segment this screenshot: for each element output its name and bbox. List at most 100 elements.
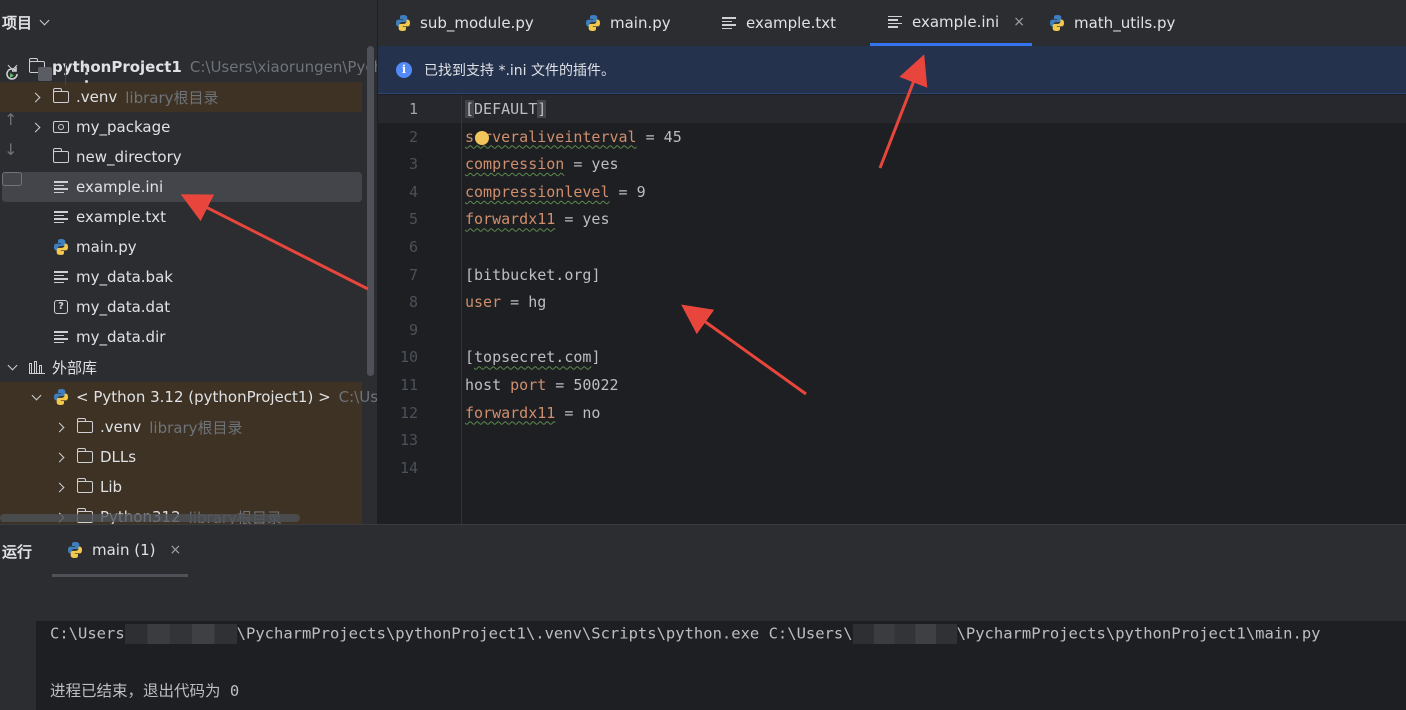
tab-sub-module-py[interactable]: sub_module.py: [394, 0, 534, 46]
line-number: 2: [408, 127, 418, 146]
tree-item[interactable]: DLLs: [0, 442, 362, 472]
line-number: 4: [408, 182, 418, 201]
text-file-icon: [52, 208, 70, 226]
console-exit-line: 进程已结束，退出代码为 0: [50, 682, 240, 700]
code-line[interactable]: host port = 50022: [465, 371, 619, 399]
chevron-right-icon[interactable]: [54, 420, 68, 434]
arrow-down-icon[interactable]: ↓: [4, 140, 17, 159]
soft-wrap-icon[interactable]: [2, 172, 22, 186]
tab-label: sub_module.py: [420, 14, 534, 32]
folder-icon: [76, 418, 94, 436]
tree-item-label: .venv: [76, 88, 118, 106]
tree-item[interactable]: pythonProject1 C:\Users\xiaorungen\Pychar…: [0, 52, 377, 82]
tree-item[interactable]: my_data.dir: [0, 322, 362, 352]
line-number: 9: [408, 320, 418, 339]
tree-item-label: pythonProject1: [52, 58, 182, 76]
code-line[interactable]: forwardx11 = no: [465, 399, 600, 427]
chevron-down-icon[interactable]: [38, 15, 52, 29]
plugin-notification-banner[interactable]: i 已找到支持 *.ini 文件的插件。: [378, 46, 1406, 94]
lightbulb-icon[interactable]: [475, 131, 489, 145]
code-line[interactable]: forwardx11 = yes: [465, 205, 610, 233]
line-number: 1: [408, 100, 418, 118]
tree-item-label: Lib: [100, 478, 123, 496]
line-number: 3: [408, 155, 418, 174]
arrow-up-icon[interactable]: ↑: [4, 110, 17, 129]
tree-item[interactable]: 外部库: [0, 352, 362, 382]
line-number: 7: [408, 265, 418, 284]
close-tab-icon[interactable]: ×: [1013, 14, 1025, 30]
run-toolbar: [0, 577, 1406, 621]
code-line[interactable]: serveraliveinterval = 45: [465, 123, 682, 151]
text-file-icon: [886, 13, 904, 31]
tree-item[interactable]: Lib: [0, 472, 362, 502]
tree-item[interactable]: my_package: [0, 112, 362, 142]
python-icon: [66, 541, 84, 559]
python-icon: [1048, 14, 1066, 32]
tree-item-hint: library根目录: [125, 88, 219, 107]
stop-icon[interactable]: [38, 67, 52, 81]
line-number: 8: [408, 293, 418, 312]
close-tab-icon[interactable]: ×: [170, 542, 182, 558]
tree-item-label: .venv: [100, 418, 142, 436]
tab-math-utils-py[interactable]: math_utils.py: [1048, 0, 1175, 46]
python-icon: [394, 14, 412, 32]
project-scrollbar[interactable]: [367, 46, 374, 376]
tree-item[interactable]: my_data.bak: [0, 262, 362, 292]
tree-item-label: my_data.dat: [76, 298, 171, 316]
line-number: 12: [399, 403, 418, 422]
tree-item[interactable]: .venv library根目录: [0, 412, 362, 442]
tree-item[interactable]: new_directory: [0, 142, 362, 172]
project-horizontal-scrollbar[interactable]: [0, 514, 300, 522]
code-editor[interactable]: 1 2 3 4 5 6 7 8 9 10 11 12 13 14 [DEFAULT] serveralive…: [378, 95, 1406, 524]
code-line[interactable]: user = hg: [465, 288, 546, 316]
notification-text: 已找到支持 *.ini 文件的插件。: [424, 62, 616, 79]
code-line[interactable]: [DEFAULT]: [465, 95, 547, 123]
chevron-right-icon[interactable]: [30, 90, 44, 104]
rerun-icon[interactable]: [3, 65, 21, 83]
chevron-right-icon[interactable]: [30, 120, 44, 134]
tree-item[interactable]: ? my_data.dat: [0, 292, 362, 322]
tree-item[interactable]: < Python 3.12 (pythonProject1) > C:\User: [0, 382, 377, 412]
tab-main-py[interactable]: main.py: [584, 0, 671, 46]
python-icon: [52, 388, 70, 406]
tab-example-ini[interactable]: example.ini ×: [870, 0, 1032, 46]
tree-item[interactable]: main.py: [0, 232, 362, 262]
tab-example-txt[interactable]: example.txt: [720, 0, 836, 46]
info-icon: i: [396, 61, 412, 78]
tree-item[interactable]: example.ini: [2, 172, 362, 202]
code-line[interactable]: [bitbucket.org]: [465, 261, 600, 289]
console-text: C:\Users: [50, 624, 125, 643]
chevron-right-icon[interactable]: [54, 450, 68, 464]
tree-item-label: new_directory: [76, 148, 182, 166]
console-command-line: C:\Users \PycharmProjects\pythonProject1\…: [50, 624, 1321, 644]
line-number: 11: [399, 376, 418, 394]
tree-item-label: DLLs: [100, 448, 137, 466]
gutter-divider: [461, 95, 462, 524]
run-tab-label: main (1): [92, 540, 156, 559]
python-icon: [584, 14, 602, 32]
run-tab-main[interactable]: main (1) ×: [52, 525, 188, 577]
project-tool-window: 项目 pythonProject1 C:\Users\xiaorungen\Pyc…: [0, 0, 377, 524]
chevron-down-icon[interactable]: [6, 360, 20, 374]
more-options-icon[interactable]: [84, 63, 88, 85]
chevron-right-icon[interactable]: [54, 480, 68, 494]
code-line[interactable]: compression = yes: [465, 150, 619, 178]
code-line[interactable]: [topsecret.com]: [465, 343, 600, 371]
project-header[interactable]: 项目: [0, 0, 377, 44]
python-icon: [52, 238, 70, 256]
tree-item-label: 外部库: [52, 358, 98, 377]
chevron-down-icon[interactable]: [30, 390, 44, 404]
code-line[interactable]: compressionlevel = 9: [465, 178, 646, 206]
text-file-icon: [52, 178, 70, 196]
tree-item-label: < Python 3.12 (pythonProject1) >: [76, 388, 331, 406]
tree-item[interactable]: example.txt: [0, 202, 362, 232]
redacted-username: [124, 624, 237, 644]
tree-item[interactable]: .venv library根目录: [0, 82, 362, 112]
tab-label: main.py: [610, 14, 671, 32]
run-header: 运行 main (1) ×: [0, 525, 1406, 577]
